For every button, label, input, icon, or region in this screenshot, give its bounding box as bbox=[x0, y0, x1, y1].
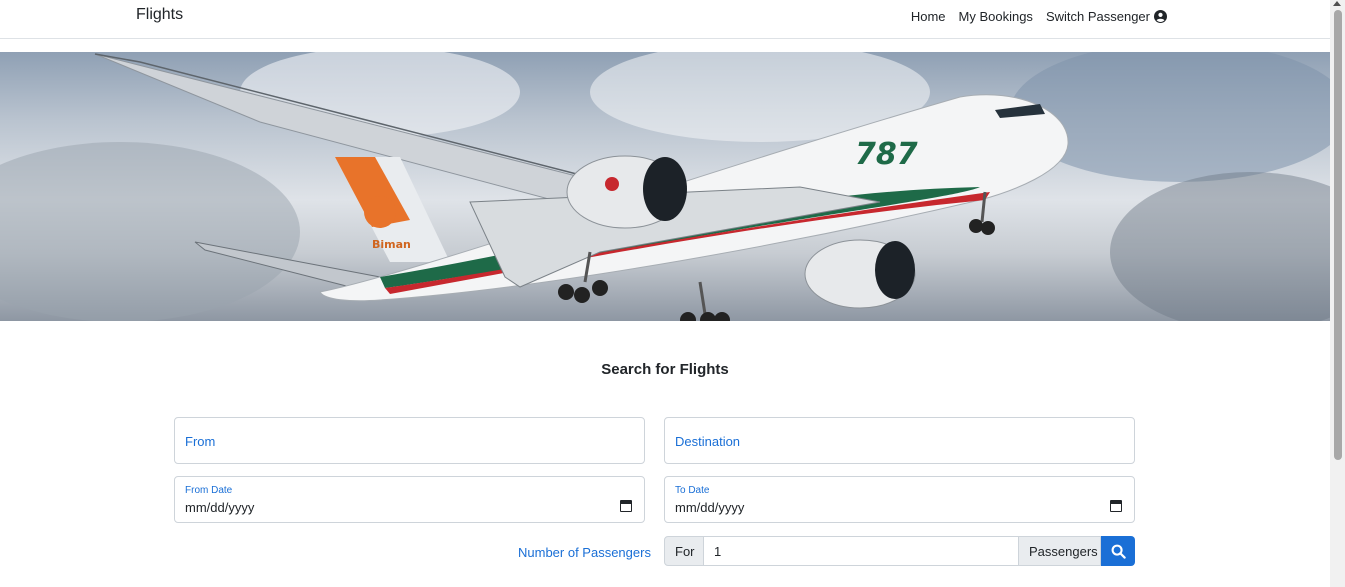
from-date-value: mm/dd/yyyy bbox=[185, 500, 255, 515]
passengers-label: Number of Passengers bbox=[518, 545, 651, 560]
brand[interactable]: Flights bbox=[136, 6, 183, 24]
to-date-field[interactable]: To Date mm/dd/yyyy bbox=[664, 476, 1135, 523]
for-addon: For bbox=[664, 536, 704, 566]
nav-links: Home My Bookings Switch Passenger bbox=[898, 9, 1167, 24]
page-title: Search for Flights bbox=[601, 361, 729, 378]
user-circle-icon bbox=[1154, 10, 1167, 23]
from-label: From bbox=[185, 434, 216, 449]
switch-passenger-label: Switch Passenger bbox=[1045, 9, 1150, 24]
calendar-icon[interactable] bbox=[620, 500, 632, 512]
destination-field[interactable]: Destination bbox=[664, 417, 1135, 464]
destination-label: Destination bbox=[675, 434, 741, 449]
hero-banner-image: Biman 787 bbox=[0, 52, 1330, 321]
tail-text: Biman bbox=[372, 238, 411, 251]
scrollbar-thumb[interactable] bbox=[1334, 10, 1342, 460]
calendar-icon[interactable] bbox=[1110, 500, 1122, 512]
to-date-value: mm/dd/yyyy bbox=[675, 500, 745, 515]
passengers-input[interactable]: 1 bbox=[704, 536, 1018, 566]
search-button[interactable] bbox=[1101, 536, 1135, 566]
nav-switch-passenger-link[interactable]: Switch Passenger bbox=[1046, 9, 1167, 24]
search-icon bbox=[1111, 544, 1126, 559]
scroll-up-arrow-icon[interactable] bbox=[1333, 1, 1341, 6]
scrollbar[interactable] bbox=[1330, 0, 1345, 587]
from-date-label: From Date bbox=[185, 485, 233, 496]
passengers-addon: Passengers bbox=[1018, 536, 1101, 566]
passengers-input-group: For 1 Passengers bbox=[664, 536, 1135, 566]
from-date-field[interactable]: From Date mm/dd/yyyy bbox=[174, 476, 645, 523]
nav-my-bookings-link[interactable]: My Bookings bbox=[959, 9, 1033, 24]
to-date-label: To Date bbox=[675, 485, 710, 496]
navbar: Flights Home My Bookings Switch Passenge… bbox=[0, 0, 1330, 39]
fuselage-text: 787 bbox=[855, 137, 918, 172]
airplane-illustration: Biman 787 bbox=[0, 52, 1330, 321]
nav-home-link[interactable]: Home bbox=[911, 9, 946, 24]
from-field[interactable]: From bbox=[174, 417, 645, 464]
